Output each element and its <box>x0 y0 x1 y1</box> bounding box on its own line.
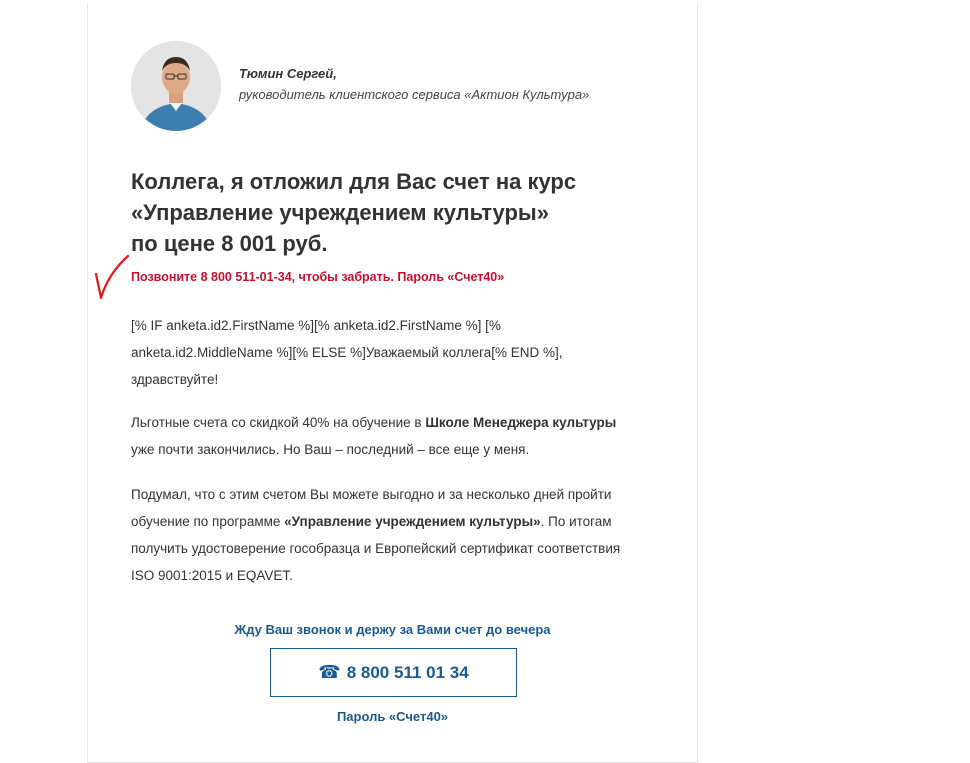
greeting-paragraph: [% IF anketa.id2.FirstName %][% anketa.i… <box>131 312 666 393</box>
greeting-line-3: здравствуйте! <box>131 372 219 387</box>
headline: Коллега, я отложил для Вас счет на курс … <box>131 166 631 259</box>
author-photo <box>131 41 221 131</box>
headline-line-3: по цене 8 001 руб. <box>131 231 328 256</box>
program-text-a: обучение по программе <box>131 514 285 529</box>
program-line-1: Подумал, что с этим счетом Вы можете выг… <box>131 487 612 502</box>
program-line-2: обучение по программе «Управление учрежд… <box>131 508 666 535</box>
discount-line-2: уже почти закончились. Но Ваш – последни… <box>131 442 530 457</box>
call-alert: Позвоните 8 800 511-01-34, чтобы забрать… <box>131 270 505 284</box>
cta-text: Жду Ваш звонок и держу за Вами счет до в… <box>234 622 551 637</box>
greeting-line-2: anketa.id2.MiddleName %][% ELSE %]Уважае… <box>131 345 563 360</box>
program-line-4: ISO 9001:2015 и EQAVET. <box>131 568 293 583</box>
phone-number: 8 800 511 01 34 <box>346 662 469 682</box>
discount-text: Льготные счета со скидкой 40% на обучени… <box>131 415 426 430</box>
program-paragraph: Подумал, что с этим счетом Вы можете выг… <box>131 481 666 589</box>
school-name: Школе Менеджера культуры <box>425 415 617 430</box>
program-line-3: получить удостоверение гособразца и Евро… <box>131 541 621 556</box>
program-text-b: . По итогам <box>540 514 612 529</box>
avatar <box>131 41 221 131</box>
greeting-line-1: [% IF anketa.id2.FirstName %][% anketa.i… <box>131 318 501 333</box>
discount-line-1: Льготные счета со скидкой 40% на обучени… <box>131 409 666 436</box>
headline-line-2: «Управление учреждением культуры» <box>131 200 549 225</box>
phone-icon: ☎ <box>318 662 341 682</box>
password-note: Пароль «Счет40» <box>336 709 449 724</box>
program-name: «Управление учреждением культуры» <box>284 514 541 529</box>
author-role: руководитель клиентского сервиса «Актион… <box>239 87 590 102</box>
call-phone-button[interactable]: ☎ 8 800 511 01 34 <box>270 648 517 697</box>
red-checkmark-icon <box>94 254 130 300</box>
author-name: Тюмин Сергей, <box>239 66 337 81</box>
discount-paragraph: Льготные счета со скидкой 40% на обучени… <box>131 409 666 463</box>
headline-line-1: Коллега, я отложил для Вас счет на курс <box>131 169 577 194</box>
